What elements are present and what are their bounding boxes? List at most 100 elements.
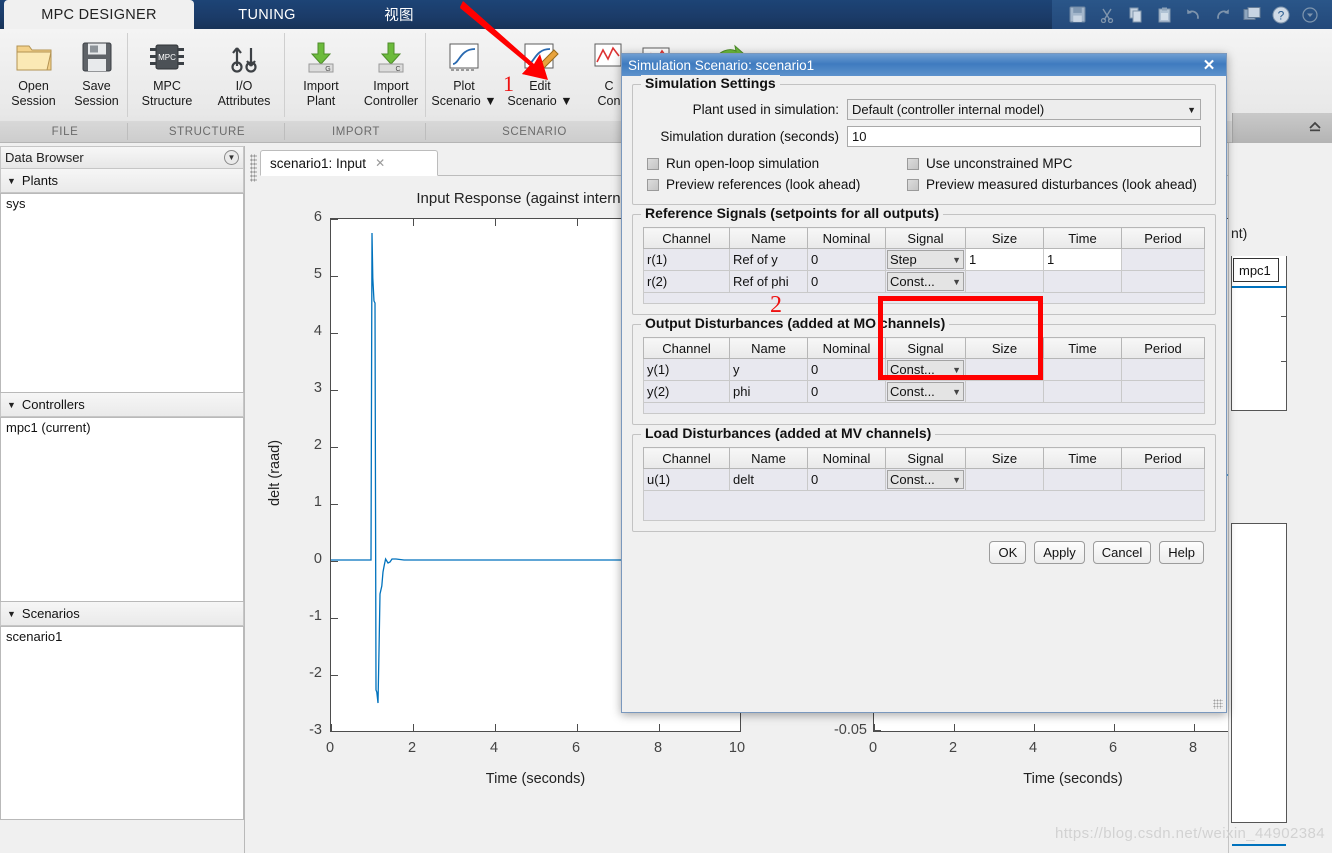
- cell-signal[interactable]: Const... ▼: [885, 358, 966, 381]
- output-disturbances-table[interactable]: Channel Name Nominal Signal Size Time Pe…: [643, 337, 1205, 414]
- cell-name[interactable]: y: [729, 358, 808, 381]
- cell-size[interactable]: [965, 270, 1044, 293]
- dialog-resize-grip[interactable]: [1213, 699, 1223, 709]
- signal-select-y2[interactable]: Const... ▼: [887, 382, 964, 401]
- sidebar-section-controllers[interactable]: ▼ Controllers: [0, 393, 244, 417]
- chevron-down-icon: ▼: [952, 386, 961, 397]
- tab-mpc-designer-label: MPC DESIGNER: [41, 6, 157, 23]
- load-disturbances-table[interactable]: Channel Name Nominal Signal Size Time Pe…: [643, 447, 1205, 521]
- table-row[interactable]: y(1) y 0 Const... ▼: [643, 358, 1205, 381]
- cell-name[interactable]: delt: [729, 468, 808, 491]
- collapse-panel-icon[interactable]: [1306, 118, 1324, 137]
- plot-chart-icon: [446, 35, 482, 79]
- redo-icon[interactable]: [1213, 5, 1232, 24]
- ribbon-button-io-attributes[interactable]: I/O Attributes: [205, 29, 283, 121]
- cell-nominal[interactable]: 0: [807, 468, 886, 491]
- checkbox-preview-references[interactable]: Preview references (look ahead): [647, 177, 907, 192]
- cell-nominal[interactable]: 0: [807, 270, 886, 293]
- plants-list[interactable]: sys: [0, 193, 244, 393]
- cell-size[interactable]: 1: [965, 248, 1044, 271]
- document-tab-scenario1-input[interactable]: scenario1: Input ✕: [260, 150, 438, 176]
- cell-period[interactable]: [1121, 468, 1205, 491]
- table-row[interactable]: u(1) delt 0 Const... ▼: [643, 468, 1205, 491]
- x-tick-label-secondary: 4: [1028, 740, 1038, 756]
- layout-icon[interactable]: [1242, 5, 1261, 24]
- more-options-icon[interactable]: [1300, 5, 1319, 24]
- tab-mpc-designer[interactable]: MPC DESIGNER: [4, 0, 194, 29]
- cell-time[interactable]: [1043, 380, 1122, 403]
- cell-time[interactable]: [1043, 270, 1122, 293]
- list-item[interactable]: sys: [1, 194, 243, 213]
- cell-time[interactable]: [1043, 468, 1122, 491]
- close-icon[interactable]: ✕: [1198, 56, 1220, 74]
- cell-name[interactable]: phi: [729, 380, 808, 403]
- apply-button[interactable]: Apply: [1034, 541, 1085, 564]
- chevron-down-circle-icon[interactable]: ▼: [224, 150, 239, 165]
- ribbon-button-mpc-structure[interactable]: MPC MPC Structure: [129, 29, 205, 121]
- cell-period[interactable]: [1121, 380, 1205, 403]
- list-item[interactable]: scenario1: [1, 627, 243, 646]
- cell-nominal[interactable]: 0: [807, 380, 886, 403]
- cell-period[interactable]: [1121, 270, 1205, 293]
- checkbox-run-open-loop[interactable]: Run open-loop simulation: [647, 156, 907, 171]
- signal-select-r2[interactable]: Const... ▼: [887, 272, 964, 291]
- ribbon-button-import-controller[interactable]: C Import Controller: [356, 29, 426, 121]
- plant-used-label: Plant used in simulation:: [692, 102, 839, 117]
- column-header-signal: Signal: [885, 227, 966, 249]
- cell-period[interactable]: [1121, 248, 1205, 271]
- reference-signals-table[interactable]: Channel Name Nominal Signal Size Time Pe…: [643, 227, 1205, 304]
- cut-icon[interactable]: [1097, 5, 1116, 24]
- cell-nominal[interactable]: 0: [807, 358, 886, 381]
- copy-icon[interactable]: [1126, 5, 1145, 24]
- ribbon-button-save-session[interactable]: Save Session: [65, 29, 128, 121]
- cell-size[interactable]: [965, 358, 1044, 381]
- sidebar-section-scenarios[interactable]: ▼ Scenarios: [0, 602, 244, 626]
- signal-select-y1[interactable]: Const... ▼: [887, 360, 964, 379]
- signal-select-u1[interactable]: Const... ▼: [887, 470, 964, 489]
- cell-size[interactable]: [965, 380, 1044, 403]
- document-tab-label: scenario1: Input: [270, 155, 367, 171]
- close-tab-icon[interactable]: ✕: [375, 156, 385, 170]
- help-icon[interactable]: ?: [1271, 5, 1290, 24]
- save-icon[interactable]: [1068, 5, 1087, 24]
- ribbon-button-plot-scenario[interactable]: Plot Scenario ▼: [427, 29, 501, 121]
- tab-view[interactable]: 视图: [340, 0, 458, 29]
- tab-tuning[interactable]: TUNING: [196, 0, 338, 29]
- checkbox-preview-measured-disturbances[interactable]: Preview measured disturbances (look ahea…: [907, 177, 1197, 192]
- cell-signal[interactable]: Step ▼: [885, 248, 966, 271]
- sidebar-section-plants[interactable]: ▼ Plants: [0, 169, 244, 193]
- table-row[interactable]: y(2) phi 0 Const... ▼: [643, 380, 1205, 403]
- cell-time[interactable]: 1: [1043, 248, 1122, 271]
- simulation-duration-input[interactable]: 10: [847, 126, 1201, 147]
- cell-signal[interactable]: Const... ▼: [885, 468, 966, 491]
- ok-button[interactable]: OK: [989, 541, 1027, 564]
- list-item[interactable]: mpc1 (current): [1, 418, 243, 437]
- paste-icon[interactable]: [1155, 5, 1174, 24]
- signal-select-r1[interactable]: Step ▼: [887, 250, 964, 269]
- cell-size[interactable]: [965, 468, 1044, 491]
- sidebar-section-controllers-label: Controllers: [21, 397, 85, 412]
- cell-signal[interactable]: Const... ▼: [885, 270, 966, 293]
- checkbox-row-1: Run open-loop simulation Use unconstrain…: [647, 156, 1201, 171]
- dialog-title-bar[interactable]: Simulation Scenario: scenario1 ✕: [622, 54, 1226, 76]
- ribbon-button-io-attributes-label: I/O Attributes: [217, 79, 271, 108]
- cell-name[interactable]: Ref of phi: [729, 270, 808, 293]
- table-row[interactable]: r(2) Ref of phi 0 Const... ▼: [643, 270, 1205, 293]
- cell-time[interactable]: [1043, 358, 1122, 381]
- y-tick-label-secondary: -0.05: [833, 722, 867, 738]
- cancel-button[interactable]: Cancel: [1092, 541, 1152, 564]
- ribbon-button-open-session[interactable]: Open Session: [2, 29, 65, 121]
- cell-period[interactable]: [1121, 358, 1205, 381]
- cell-signal[interactable]: Const... ▼: [885, 380, 966, 403]
- scenarios-list[interactable]: scenario1: [0, 626, 244, 820]
- table-row[interactable]: r(1) Ref of y 0 Step ▼ 1 1: [643, 248, 1205, 271]
- cell-name[interactable]: Ref of y: [729, 248, 808, 271]
- ribbon-button-import-plant[interactable]: G Import Plant: [286, 29, 356, 121]
- plant-used-select[interactable]: Default (controller internal model) ▼: [847, 99, 1201, 120]
- help-button[interactable]: Help: [1159, 541, 1204, 564]
- panel-drag-handle[interactable]: [250, 154, 257, 182]
- cell-nominal[interactable]: 0: [807, 248, 886, 271]
- controllers-list[interactable]: mpc1 (current): [0, 417, 244, 602]
- undo-icon[interactable]: [1184, 5, 1203, 24]
- checkbox-use-unconstrained-mpc[interactable]: Use unconstrained MPC: [907, 156, 1072, 171]
